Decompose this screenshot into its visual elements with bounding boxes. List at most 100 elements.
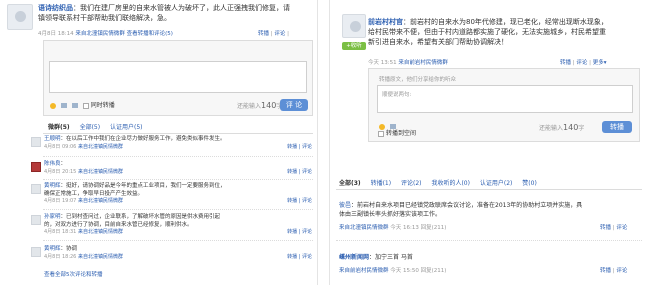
commenter-avatar[interactable] xyxy=(31,215,41,225)
char-hint: 还能输入 xyxy=(539,125,564,132)
comment-text: ： xyxy=(60,161,67,167)
commenter-avatar[interactable] xyxy=(31,137,41,147)
topic-icon[interactable] xyxy=(71,103,78,108)
tab-verified[interactable]: 认证用户(2) xyxy=(480,180,513,187)
follow-button[interactable]: +收听 xyxy=(342,42,366,50)
comment-button[interactable]: 评论 xyxy=(274,31,285,37)
tab-all[interactable]: 全部(3) xyxy=(339,180,361,187)
comment-time: 4月8日 19:07 xyxy=(44,198,77,204)
left-post-panel: 语诗纺织品：我们在建厂房里的自来水管被人为破坏了，此人正强拽我们修复，请 镇领导… xyxy=(0,0,318,285)
view-all-comments-link[interactable]: 查看全部5次评论和转播 xyxy=(44,270,103,278)
post-source[interactable]: 来自前岩村民情微群 xyxy=(398,60,448,66)
comment-textarea[interactable] xyxy=(49,61,307,93)
tab-followed[interactable]: 我收听的人(0) xyxy=(431,180,470,187)
comment-button[interactable]: 评论 xyxy=(576,60,587,66)
comment-user[interactable]: 彼邑 xyxy=(339,202,351,209)
comment-source[interactable]: 来自北潼镇民情微群 xyxy=(78,198,123,204)
post-source[interactable]: 来自北潼镇民情微群 xyxy=(75,31,125,37)
comment-time: 4月8日 18:26 xyxy=(44,253,77,260)
comment-text: ：前岩村自来水项目已经镇党政联席会议讨论，准备在2013年的协助村立项并实施，具 xyxy=(351,202,583,209)
tab-weiqun[interactable]: 微群(5) xyxy=(48,124,70,131)
comment-divider xyxy=(43,156,313,157)
comment-reply[interactable]: 评论 xyxy=(302,254,312,260)
comment-reply[interactable]: 评论 xyxy=(302,144,312,150)
comment-item: 黄明辉：挺好，请协调好品是今年的重点工业项目，我们一定要服务到位， 确保正常施工… xyxy=(44,183,312,204)
char-unit: 字 xyxy=(578,125,585,132)
comment-text-cont: 确保正常施工，争取早日投产产生效益。 xyxy=(44,190,144,197)
comment-time: 今天 15:50 xyxy=(390,268,419,274)
submit-forward-button[interactable]: 转播 xyxy=(602,121,632,133)
comment-reply[interactable]: 评论 xyxy=(302,169,312,175)
commenter-avatar[interactable] xyxy=(31,247,41,257)
comment-source[interactable]: 来自北潼镇民情微群 xyxy=(78,144,123,150)
author-avatar[interactable] xyxy=(7,4,33,30)
view-forward-comments-link[interactable]: 查看转播和评论(5) xyxy=(127,31,173,37)
comment-time: 4月8日 20:15 xyxy=(44,168,77,175)
share-to-space-label: 转播到空间 xyxy=(386,130,417,137)
comment-forward[interactable]: 转播 xyxy=(287,254,297,260)
submit-comment-button[interactable]: 评 论 xyxy=(280,99,308,111)
comment-user[interactable]: 陈伟良 xyxy=(44,161,61,167)
forward-button[interactable]: 转播 xyxy=(258,31,269,37)
comment-source[interactable]: 来自北潼镇民情微群 xyxy=(78,229,123,235)
author-avatar[interactable] xyxy=(342,14,366,38)
comment-item: 王顺明：在以后工作中我们在企业尽力做好服务工作，避免类似事件发生。 4月8日 0… xyxy=(44,136,312,150)
comment-reply[interactable]: 评论 xyxy=(616,225,627,231)
comment-source[interactable]: 来自北潼镇民情微群 xyxy=(78,169,123,175)
comment-time: 今天 16:13 xyxy=(390,225,419,231)
comment-reply[interactable]: 评论 xyxy=(302,229,312,235)
share-to-space-checkbox[interactable] xyxy=(378,130,384,137)
comment-divider xyxy=(43,209,313,210)
comment-user[interactable]: 孙家明 xyxy=(44,214,61,220)
forward-button[interactable]: 转播 xyxy=(560,60,571,66)
char-count: 140 xyxy=(261,101,277,110)
comment-forward[interactable]: 转播 xyxy=(287,198,297,204)
char-count: 140 xyxy=(563,123,579,132)
tabs-divider xyxy=(43,133,313,134)
tab-all[interactable]: 全部(5) xyxy=(80,124,101,131)
comment-source[interactable]: 来自北潼镇民情微群 xyxy=(339,225,389,231)
comment-reply[interactable]: 评论 xyxy=(616,268,627,274)
tab-forward[interactable]: 转播(1) xyxy=(371,180,392,187)
char-hint: 还能输入 xyxy=(237,103,262,110)
comment-reply-count[interactable]: 回复(211) xyxy=(421,268,447,274)
image-icon[interactable] xyxy=(60,103,67,108)
comment-item: 孙家明：已到村查问过，企业联系，了解破坏水管的原因是供水费用引起 的，对双方进行… xyxy=(44,214,312,235)
comment-user[interactable]: 王顺明 xyxy=(44,136,61,142)
comment-forward[interactable]: 转播 xyxy=(287,144,297,150)
forward-textarea[interactable]: 顺便说两句: xyxy=(377,85,633,113)
comment-source[interactable]: 来自北潼镇民情微群 xyxy=(78,254,123,260)
comment-text: ：协调 xyxy=(60,246,78,252)
comment-forward[interactable]: 转播 xyxy=(287,169,297,175)
comment-text: ：在以后工作中我们在企业尽力做好服务工作，避免类似事件发生。 xyxy=(60,136,226,142)
more-button[interactable]: 更多 xyxy=(593,60,604,66)
emoji-icon[interactable] xyxy=(50,102,56,109)
comment-source[interactable]: 来自前岩村民情微群 xyxy=(339,268,389,274)
comment-user[interactable]: 黄明辉 xyxy=(44,246,61,252)
tabs-divider xyxy=(336,189,642,190)
post-time: 今天 13:51 xyxy=(368,60,397,66)
comment-divider xyxy=(43,179,313,180)
tab-praise[interactable]: 赞(0) xyxy=(522,180,537,187)
forward-placeholder: 顺便说两句: xyxy=(382,92,412,98)
right-post-panel: +收听 前岩村村官：前岩村的自来水为80年代修建，现已老化，经常出现断水现象， … xyxy=(329,0,648,285)
post-text-cont: 新引进自来水，希望有关部门帮助协调解决！ xyxy=(368,38,508,46)
commenter-avatar[interactable] xyxy=(31,162,41,172)
comment-forward[interactable]: 转播 xyxy=(287,229,297,235)
sync-forward-label: 同时转播 xyxy=(90,102,115,109)
comment-forward[interactable]: 转播 xyxy=(600,225,611,231)
sync-forward-checkbox[interactable] xyxy=(82,102,89,109)
post-author[interactable]: 前岩村村官 xyxy=(368,18,403,26)
post-text: ：前岩村的自来水为80年代修建，现已老化，经常出现断水现象， xyxy=(403,18,608,26)
comment-reply-count[interactable]: 回复(211) xyxy=(421,225,447,231)
comment-user[interactable]: 嵊州新闻网 xyxy=(339,254,369,261)
post-author[interactable]: 语诗纺织品 xyxy=(38,4,73,12)
tab-verified[interactable]: 认证用户(5) xyxy=(110,124,143,131)
comment-text-cont: 的，对双方进行了协调，目前自来水管已经修复，顺利供水。 xyxy=(44,221,193,228)
comment-reply[interactable]: 评论 xyxy=(302,198,312,204)
chevron-down-icon[interactable]: ▾ xyxy=(604,60,607,66)
comment-forward[interactable]: 转播 xyxy=(600,268,611,274)
tab-comment[interactable]: 评论(2) xyxy=(401,180,422,187)
comment-user[interactable]: 黄明辉 xyxy=(44,183,61,189)
commenter-avatar[interactable] xyxy=(31,184,41,194)
